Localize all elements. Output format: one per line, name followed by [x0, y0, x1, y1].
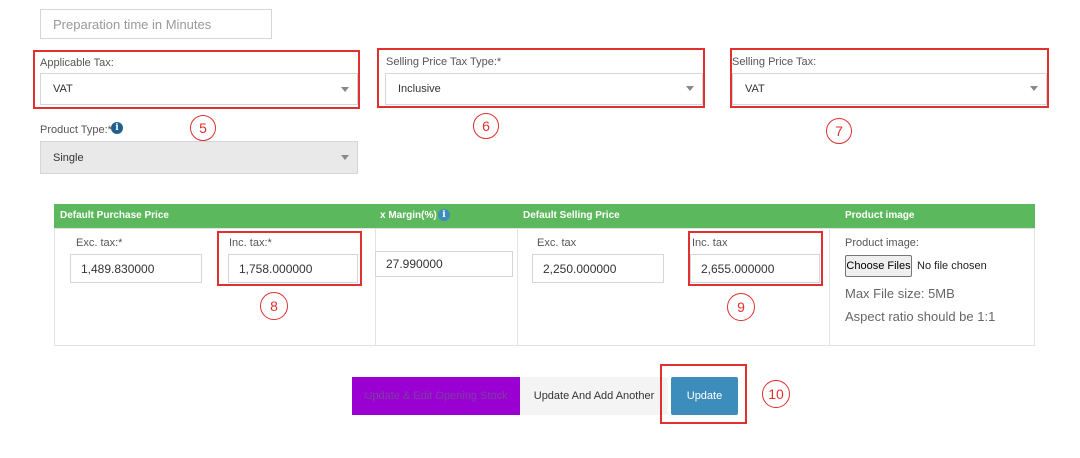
preparation-time-input[interactable]: Preparation time in Minutes	[40, 9, 272, 39]
info-icon[interactable]: i	[438, 209, 450, 221]
aspect-ratio-text: Aspect ratio should be 1:1	[845, 309, 996, 324]
annotation-badge-9: 9	[727, 293, 755, 321]
header-product-image: Product image	[845, 210, 915, 221]
applicable-tax-select[interactable]: VAT	[40, 73, 358, 105]
margin-input[interactable]: 27.990000	[375, 251, 513, 277]
annotation-badge-10: 10	[762, 380, 790, 408]
purchase-exc-tax-input[interactable]: 1,489.830000	[70, 254, 202, 283]
update-button[interactable]: Update	[671, 377, 738, 415]
selling-price-tax-type-select[interactable]: Inclusive	[385, 73, 703, 105]
header-default-purchase-price: Default Purchase Price	[60, 210, 169, 221]
max-file-size-text: Max File size: 5MB	[845, 286, 955, 301]
header-default-selling-price: Default Selling Price	[523, 210, 620, 221]
annotation-badge-6: 6	[473, 113, 499, 139]
selling-price-tax-value: VAT	[745, 83, 765, 95]
product-type-value: Single	[53, 151, 84, 164]
product-type-select[interactable]: Single	[40, 141, 358, 174]
choose-files-button[interactable]: Choose Files	[845, 255, 912, 277]
selling-price-tax-select[interactable]: VAT	[732, 73, 1047, 105]
chevron-down-icon	[1030, 86, 1038, 91]
product-image-label: Product image:	[845, 237, 919, 249]
annotation-badge-7: 7	[826, 118, 852, 144]
header-margin: x Margin(%)	[380, 210, 437, 221]
purchase-inc-tax-label: Inc. tax:*	[229, 237, 272, 249]
selling-inc-tax-input[interactable]: 2,655.000000	[690, 254, 820, 283]
applicable-tax-value: VAT	[53, 83, 73, 95]
table-cell-margin	[375, 228, 518, 346]
annotation-badge-5: 5	[190, 115, 216, 141]
selling-price-tax-label: Selling Price Tax:	[732, 56, 817, 68]
purchase-exc-tax-label: Exc. tax:*	[76, 237, 123, 249]
selling-exc-tax-input[interactable]: 2,250.000000	[532, 254, 664, 283]
info-icon[interactable]: i	[111, 122, 123, 134]
selling-inc-tax-label: Inc. tax	[692, 237, 728, 249]
product-type-label: Product Type:*	[40, 124, 112, 136]
chevron-down-icon	[686, 86, 694, 91]
selling-price-tax-type-label: Selling Price Tax Type:*	[386, 56, 502, 68]
annotation-badge-8: 8	[260, 292, 288, 320]
chevron-down-icon	[341, 87, 349, 92]
preparation-time-placeholder: Preparation time in Minutes	[53, 16, 212, 32]
update-and-add-another-button[interactable]: Update And Add Another	[520, 377, 668, 415]
purchase-inc-tax-input[interactable]: 1,758.000000	[228, 254, 358, 283]
applicable-tax-label: Applicable Tax:	[40, 57, 114, 69]
no-file-chosen-text: No file chosen	[917, 260, 987, 272]
selling-exc-tax-label: Exc. tax	[537, 237, 577, 249]
update-edit-opening-stock-button[interactable]: Update & Edit Opening Stock	[352, 377, 520, 415]
chevron-down-icon	[341, 155, 349, 160]
selling-price-tax-type-value: Inclusive	[398, 83, 441, 95]
